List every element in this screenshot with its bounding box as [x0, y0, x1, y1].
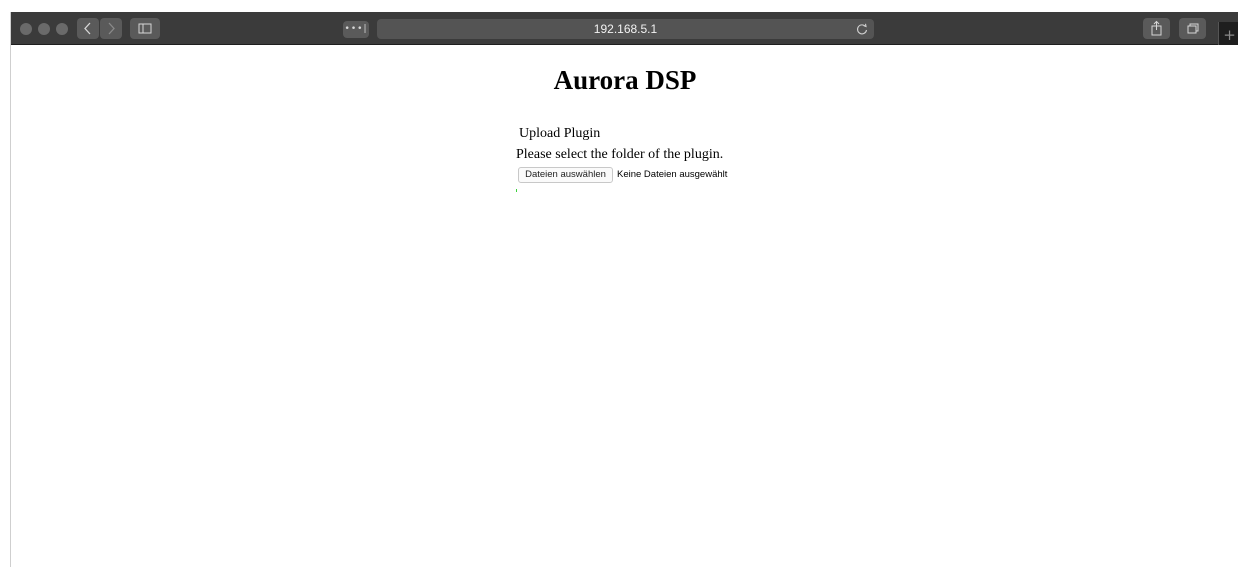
share-icon [1151, 20, 1162, 36]
tabs-button[interactable] [1179, 18, 1206, 39]
upload-plugin-heading: Upload Plugin [519, 126, 601, 141]
reader-button[interactable]: •••| [343, 21, 369, 38]
url-text[interactable]: 192.168.5.1 [377, 19, 874, 39]
close-dot-icon[interactable] [20, 23, 32, 35]
page-title: Aurora DSP [553, 65, 697, 95]
address-bar[interactable]: 192.168.5.1 [377, 19, 874, 39]
upload-progress-bar [516, 189, 716, 192]
forward-button[interactable] [100, 18, 122, 39]
page-content: Aurora DSP Upload Plugin Please select t… [11, 45, 1238, 567]
new-tab-button[interactable]: + [1218, 22, 1238, 45]
forward-icon [108, 22, 115, 35]
browser-window: •••| 192.168.5.1 + Aurora DSP Upload Plu… [10, 12, 1238, 567]
desktop-background [0, 0, 1238, 12]
sidebar-icon [138, 23, 152, 34]
choose-files-button[interactable]: Dateien auswählen [518, 167, 613, 183]
plus-icon: + [1223, 26, 1236, 44]
zoom-dot-icon[interactable] [56, 23, 68, 35]
upload-instruction: Please select the folder of the plugin. [516, 147, 724, 162]
tabs-icon [1187, 23, 1199, 34]
file-status-text: Keine Dateien ausgewählt [617, 169, 728, 180]
back-button[interactable] [77, 18, 99, 39]
back-icon [84, 22, 91, 35]
minimize-dot-icon[interactable] [38, 23, 50, 35]
browser-toolbar: •••| 192.168.5.1 [11, 12, 1238, 45]
sidebar-button[interactable] [130, 18, 160, 39]
upload-progress-fill [516, 189, 517, 192]
share-button[interactable] [1143, 18, 1170, 39]
reload-icon[interactable] [855, 22, 869, 36]
